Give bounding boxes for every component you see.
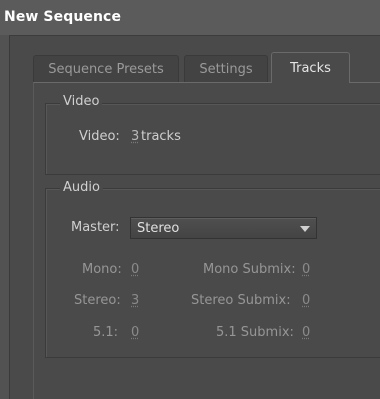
surround-submix-label: 5.1 Submix: (216, 325, 294, 340)
stereo-count[interactable]: 3 (131, 293, 139, 308)
tab-sequence-presets[interactable]: Sequence Presets (33, 55, 179, 82)
chevron-down-icon (300, 226, 310, 232)
mono-label: Mono: (82, 262, 122, 277)
tab-tracks[interactable]: Tracks (271, 52, 350, 83)
stereo-submix-label: Stereo Submix: (191, 293, 291, 308)
mono-submix-label: Mono Submix: (203, 262, 296, 277)
dialog-title: New Sequence (4, 9, 122, 25)
video-group-title: Video (60, 94, 103, 109)
mono-count[interactable]: 0 (131, 262, 139, 277)
video-tracks-label: Video: (79, 129, 120, 144)
new-sequence-dialog: New Sequence Sequence Presets Settings T… (0, 0, 380, 399)
audio-group-title: Audio (60, 180, 103, 195)
stereo-label: Stereo: (74, 293, 121, 308)
title-bar[interactable]: New Sequence (0, 0, 380, 36)
master-label: Master: (71, 220, 120, 235)
video-tracks-count[interactable]: 3 (131, 129, 139, 144)
tab-label: Tracks (290, 61, 331, 76)
surround-submix-count[interactable]: 0 (302, 325, 310, 340)
surround-label: 5.1: (93, 325, 119, 340)
tab-label: Sequence Presets (48, 62, 164, 77)
surround-count[interactable]: 0 (131, 325, 139, 340)
master-dropdown[interactable]: Stereo (130, 217, 317, 239)
mono-submix-count[interactable]: 0 (302, 262, 310, 277)
tab-settings[interactable]: Settings (184, 55, 268, 82)
tab-label: Settings (199, 62, 253, 77)
master-value: Stereo (137, 221, 180, 236)
stereo-submix-count[interactable]: 0 (302, 293, 310, 308)
video-tracks-unit: tracks (141, 129, 181, 144)
dialog-frame-edge (0, 35, 9, 399)
